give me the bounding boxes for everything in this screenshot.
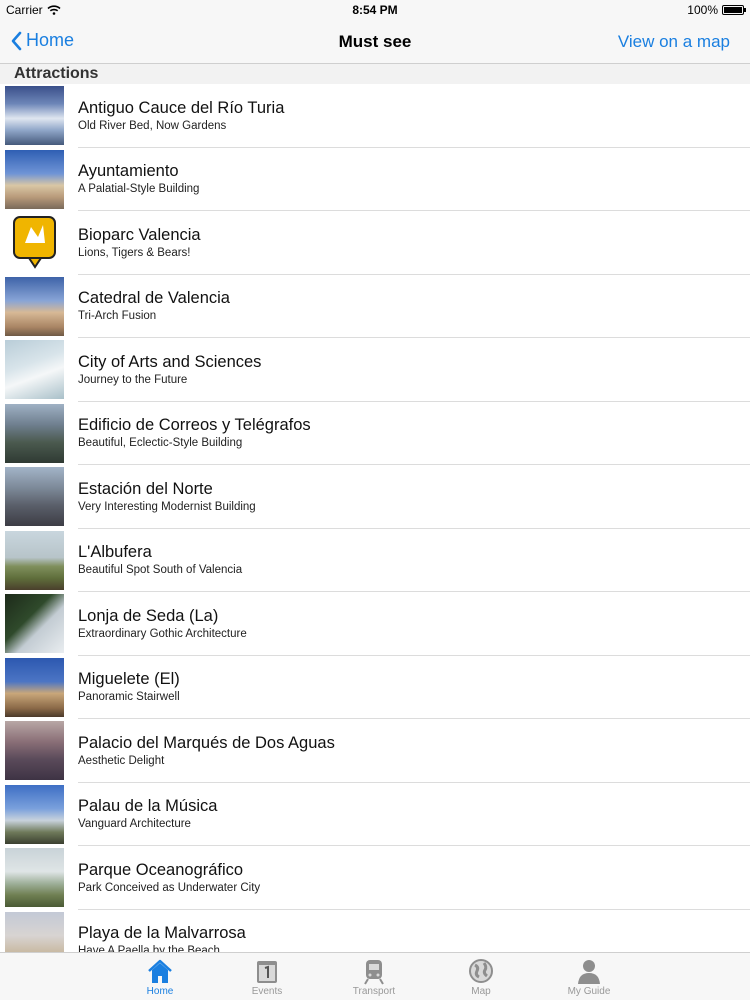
item-title: Catedral de Valencia xyxy=(78,289,230,308)
item-title: City of Arts and Sciences xyxy=(78,352,262,371)
tab-transport[interactable]: Transport xyxy=(334,957,414,997)
item-title: Palacio del Marqués de Dos Aguas xyxy=(78,733,335,752)
list-item-antiguo-cauce[interactable]: Antiguo Cauce del Río Turia Old River Be… xyxy=(0,84,750,148)
home-icon xyxy=(148,959,172,983)
item-subtitle: Have A Paella by the Beach xyxy=(78,945,220,952)
bioparc-logo-icon xyxy=(13,216,56,270)
list-item-albufera[interactable]: L'Albufera Beautiful Spot South of Valen… xyxy=(0,529,750,593)
list-item-ayuntamiento[interactable]: Ayuntamiento A Palatial-Style Building xyxy=(0,148,750,212)
tab-label: Transport xyxy=(352,986,396,997)
tab-my-guide[interactable]: My Guide xyxy=(549,957,629,997)
tab-label: My Guide xyxy=(567,986,611,997)
thumbnail-image xyxy=(5,848,64,908)
thumbnail-image xyxy=(5,784,64,844)
thumbnail-image xyxy=(5,467,64,527)
thumbnail-image xyxy=(5,530,64,590)
section-header-attractions: Attractions xyxy=(0,64,750,84)
attractions-list[interactable]: Antiguo Cauce del Río Turia Old River Be… xyxy=(0,84,750,952)
item-subtitle: Journey to the Future xyxy=(78,373,188,386)
thumbnail-image xyxy=(5,594,64,654)
list-item-city-of-arts[interactable]: City of Arts and Sciences Journey to the… xyxy=(0,338,750,402)
tab-label: Home xyxy=(146,986,174,997)
item-title: Palau de la Música xyxy=(78,797,218,816)
item-title: Antiguo Cauce del Río Turia xyxy=(78,98,285,117)
item-subtitle: Beautiful, Eclectic-Style Building xyxy=(78,437,243,450)
item-title: L'Albufera xyxy=(78,543,152,562)
item-title: Estación del Norte xyxy=(78,479,213,498)
thumbnail-image xyxy=(5,657,64,717)
thumbnail-image xyxy=(5,86,64,146)
thumbnail-image xyxy=(5,213,64,273)
list-item-palau-musica[interactable]: Palau de la Música Vanguard Architecture xyxy=(0,783,750,847)
item-subtitle: Aesthetic Delight xyxy=(78,754,165,767)
item-subtitle: Very Interesting Modernist Building xyxy=(78,500,256,513)
list-item-malvarrosa[interactable]: Playa de la Malvarrosa Have A Paella by … xyxy=(0,910,750,952)
tab-bar: Home Events Transport Map My Guide xyxy=(0,952,750,1000)
thumbnail-image xyxy=(5,721,64,781)
tab-home[interactable]: Home xyxy=(120,957,200,997)
tab-label: Map xyxy=(471,986,491,997)
item-subtitle: Tri-Arch Fusion xyxy=(78,310,157,323)
view-on-map-button[interactable]: View on a map xyxy=(618,32,730,52)
list-item-oceanografico[interactable]: Parque Oceanográfico Park Conceived as U… xyxy=(0,846,750,910)
list-item-miguelete[interactable]: Miguelete (El) Panoramic Stairwell xyxy=(0,656,750,720)
thumbnail-image xyxy=(5,911,64,952)
tab-label: Events xyxy=(251,986,283,997)
list-item-correos[interactable]: Edificio de Correos y Telégrafos Beautif… xyxy=(0,402,750,466)
list-item-estacion-norte[interactable]: Estación del Norte Very Interesting Mode… xyxy=(0,465,750,529)
person-icon xyxy=(578,960,600,984)
list-item-catedral[interactable]: Catedral de Valencia Tri-Arch Fusion xyxy=(0,275,750,339)
item-subtitle: Extraordinary Gothic Architecture xyxy=(78,627,247,640)
item-title: Playa de la Malvarrosa xyxy=(78,924,246,943)
thumbnail-image xyxy=(5,340,64,400)
item-subtitle: Lions, Tigers & Bears! xyxy=(78,246,191,259)
train-icon xyxy=(364,960,384,985)
navigation-bar: Home Must see View on a map xyxy=(0,22,750,64)
screen: Carrier 8:54 PM 100% Home Must see View … xyxy=(0,0,750,1000)
item-title: Bioparc Valencia xyxy=(78,225,201,244)
globe-icon xyxy=(469,959,493,983)
thumbnail-image xyxy=(5,149,64,209)
list-item-bioparc[interactable]: Bioparc Valencia Lions, Tigers & Bears! xyxy=(0,211,750,275)
item-title: Lonja de Seda (La) xyxy=(78,606,219,625)
item-title: Edificio de Correos y Telégrafos xyxy=(78,416,311,435)
item-subtitle: Park Conceived as Underwater City xyxy=(78,881,261,894)
item-title: Miguelete (El) xyxy=(78,670,180,689)
item-title: Ayuntamiento xyxy=(78,162,179,181)
list-item-lonja[interactable]: Lonja de Seda (La) Extraordinary Gothic … xyxy=(0,592,750,656)
battery-percent: 100% xyxy=(687,3,718,17)
list-item-palacio-dos-aguas[interactable]: Palacio del Marqués de Dos Aguas Aesthet… xyxy=(0,719,750,783)
battery-icon xyxy=(722,5,746,15)
item-title: Parque Oceanográfico xyxy=(78,860,244,879)
tab-map[interactable]: Map xyxy=(441,957,521,997)
item-subtitle: A Palatial-Style Building xyxy=(78,183,200,196)
calendar-icon xyxy=(257,961,277,983)
status-time: 8:54 PM xyxy=(352,3,398,17)
item-subtitle: Beautiful Spot South of Valencia xyxy=(78,564,243,577)
item-subtitle: Old River Bed, Now Gardens xyxy=(78,119,227,132)
item-subtitle: Panoramic Stairwell xyxy=(78,691,180,704)
status-right: 100% xyxy=(687,3,746,17)
item-subtitle: Vanguard Architecture xyxy=(78,818,191,831)
thumbnail-image xyxy=(5,403,64,463)
thumbnail-image xyxy=(5,276,64,336)
status-bar: Carrier 8:54 PM 100% xyxy=(0,0,750,22)
tab-events[interactable]: Events xyxy=(227,957,307,997)
